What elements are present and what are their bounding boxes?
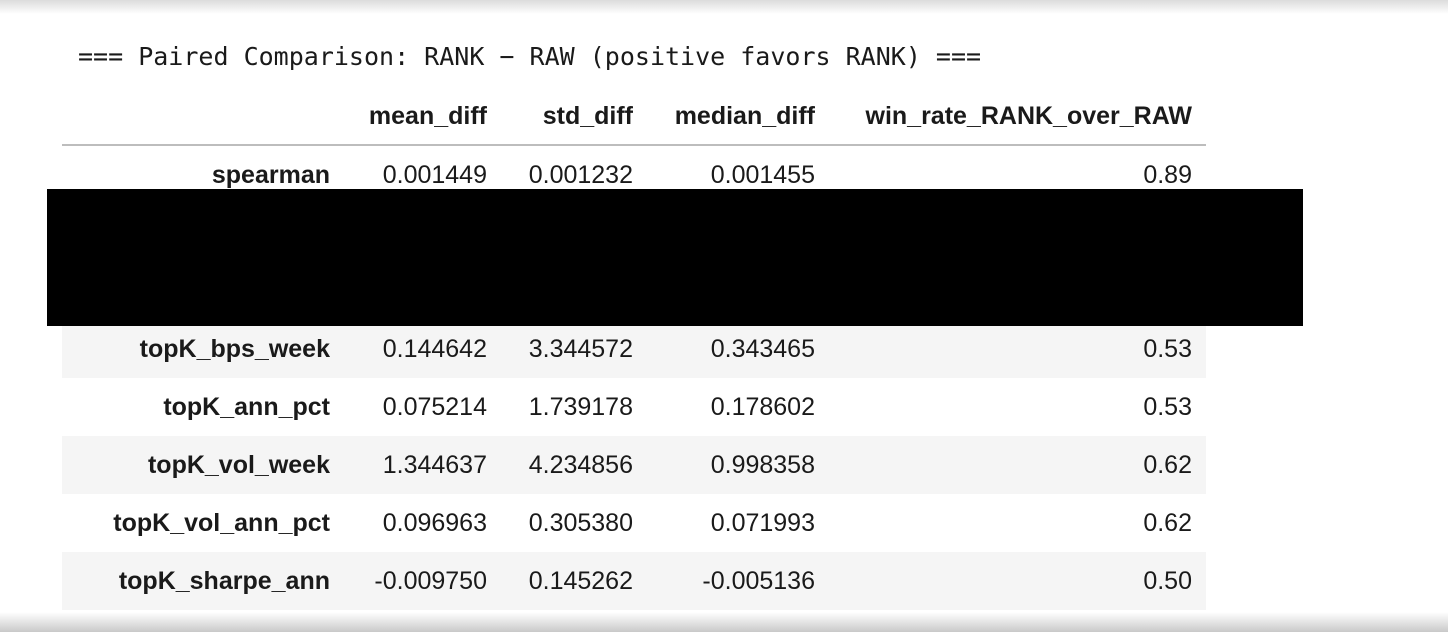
row-label: topK_sharpe_ann <box>118 566 330 595</box>
cell-mean-diff: 0.096963 <box>382 508 487 537</box>
table-row: topK_vol_ann_pct 0.096963 0.305380 0.071… <box>62 494 1206 552</box>
table-row: topK_sharpe_ann -0.009750 0.145262 -0.00… <box>62 552 1206 610</box>
cell-std-diff: 0.305380 <box>528 508 633 537</box>
row-label: topK_bps_week <box>139 334 330 363</box>
cell-median-diff: 0.343465 <box>710 334 815 363</box>
column-header-std-diff: std_diff <box>501 88 647 146</box>
row-label: topK_vol_week <box>147 450 330 479</box>
table-header: mean_diff std_diff median_diff win_rate_… <box>62 88 1206 146</box>
table-row: topK_vol_week 1.344637 4.234856 0.998358… <box>62 436 1206 494</box>
table-row: topK_bps_week 0.144642 3.344572 0.343465… <box>62 320 1206 378</box>
cell-median-diff: 0.071993 <box>710 508 815 537</box>
output-header-text: === Paired Comparison: RANK − RAW (posit… <box>78 42 982 71</box>
cell-win-rate: 0.53 <box>1143 334 1192 363</box>
column-header-win-rate: win_rate_RANK_over_RAW <box>829 88 1206 146</box>
cell-mean-diff: 0.144642 <box>382 334 487 363</box>
cell-std-diff: 3.344572 <box>528 334 633 363</box>
row-label: topK_vol_ann_pct <box>113 508 330 537</box>
row-label: topK_ann_pct <box>163 392 330 421</box>
cell-mean-diff: 0.075214 <box>382 392 487 421</box>
cell-win-rate: 0.62 <box>1143 508 1192 537</box>
cell-win-rate: 0.62 <box>1143 450 1192 479</box>
cell-median-diff: -0.005136 <box>702 566 815 595</box>
cell-std-diff: 0.145262 <box>528 566 633 595</box>
index-header <box>62 88 344 146</box>
column-header-median-diff: median_diff <box>647 88 829 146</box>
table-row: topK_ann_pct 0.075214 1.739178 0.178602 … <box>62 378 1206 436</box>
cell-mean-diff: -0.009750 <box>374 566 487 595</box>
cell-win-rate: 0.53 <box>1143 392 1192 421</box>
dataframe-table: mean_diff std_diff median_diff win_rate_… <box>62 88 1206 610</box>
cell-median-diff: 0.178602 <box>710 392 815 421</box>
column-header-mean-diff: mean_diff <box>344 88 501 146</box>
cell-median-diff: 0.998358 <box>710 450 815 479</box>
header-row: mean_diff std_diff median_diff win_rate_… <box>62 88 1206 146</box>
cell-std-diff: 4.234856 <box>528 450 633 479</box>
cell-win-rate: 0.50 <box>1143 566 1192 595</box>
top-scroll-shadow <box>0 0 1448 14</box>
cell-std-diff: 1.739178 <box>528 392 633 421</box>
cell-mean-diff: 1.344637 <box>382 450 487 479</box>
bottom-scroll-shadow <box>0 612 1448 632</box>
redaction-block <box>47 189 1303 326</box>
